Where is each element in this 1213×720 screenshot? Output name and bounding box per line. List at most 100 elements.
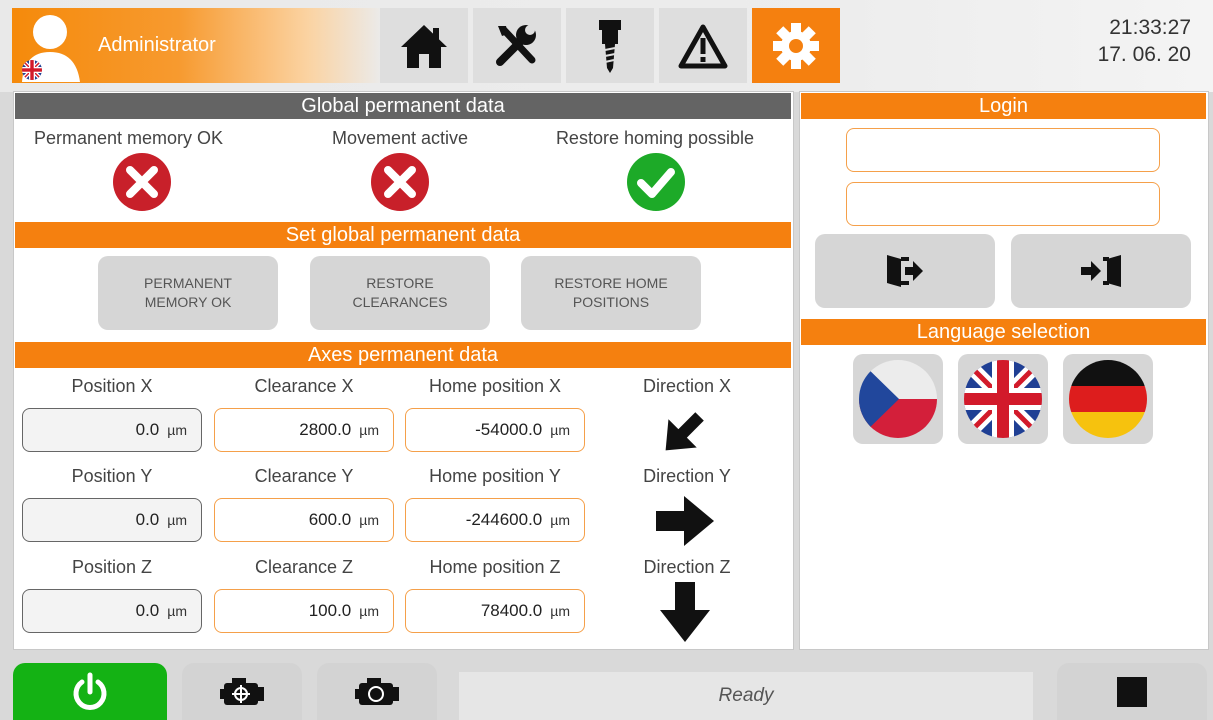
global-data-title: Global permanent data: [15, 93, 791, 119]
clock-date: 17. 06. 20: [1097, 43, 1191, 66]
direction-y-label: Direction Y: [643, 466, 731, 486]
motor-button[interactable]: [317, 663, 437, 720]
status-label-movement: Movement active: [331, 128, 469, 148]
arrow-down-left-icon[interactable]: [654, 404, 714, 460]
language-english-button[interactable]: [958, 354, 1048, 444]
restore-home-positions-button[interactable]: RESTORE HOME POSITIONS: [521, 256, 701, 330]
home-position-z-label: Home position Z: [429, 557, 561, 577]
nav-spindle-button[interactable]: [566, 8, 654, 83]
home-position-z-value: 78400.0: [480, 601, 543, 620]
clock-time: 21:33:27: [1109, 16, 1191, 39]
error-icon: [371, 153, 429, 211]
arrow-right-icon[interactable]: [654, 494, 716, 548]
language-selection-title: Language selection: [801, 319, 1206, 345]
position-z-label: Position Z: [71, 557, 153, 577]
position-y-field: 0.0 µm: [22, 498, 202, 542]
motor-target-button[interactable]: [182, 663, 302, 720]
motor-target-icon: [220, 677, 264, 705]
clearance-z-label: Clearance Z: [254, 557, 354, 577]
nav-alarms-button[interactable]: [659, 8, 747, 83]
home-position-z-input[interactable]: 78400.0 µm: [405, 589, 585, 633]
home-icon: [401, 24, 447, 68]
position-z-value: 0.0: [135, 601, 160, 620]
button-label-line: MEMORY OK: [144, 294, 232, 310]
clearance-z-input[interactable]: 100.0 µm: [214, 589, 394, 633]
logout-icon: [887, 255, 923, 287]
arrow-down-icon[interactable]: [658, 580, 712, 644]
login-button[interactable]: [1011, 234, 1191, 308]
status-bar: Ready: [459, 672, 1033, 720]
nav-tools-button[interactable]: [473, 8, 561, 83]
button-label-line: RESTORE HOME: [554, 275, 668, 291]
clearance-x-input[interactable]: 2800.0 µm: [214, 408, 394, 452]
unit-label: µm: [359, 603, 379, 619]
clearance-x-value: 2800.0: [299, 420, 352, 439]
stop-icon: [1117, 676, 1147, 707]
button-label-line: PERMANENT: [144, 275, 232, 291]
clearance-y-input[interactable]: 600.0 µm: [214, 498, 394, 542]
tools-icon: [496, 24, 536, 66]
unit-label: µm: [550, 422, 570, 438]
unit-label: µm: [167, 512, 187, 528]
direction-z-label: Direction Z: [643, 557, 731, 577]
button-label-line: CLEARANCES: [352, 294, 448, 310]
unit-label: µm: [167, 422, 187, 438]
direction-x-label: Direction X: [642, 376, 732, 396]
restore-clearances-button[interactable]: RESTORE CLEARANCES: [310, 256, 490, 330]
uk-flag-icon: [964, 360, 1042, 438]
nav-home-button[interactable]: [380, 8, 468, 83]
language-czech-button[interactable]: [853, 354, 943, 444]
gear-icon: [773, 22, 819, 69]
check-icon: [627, 153, 685, 211]
clearance-x-label: Clearance X: [254, 376, 354, 396]
czech-flag-icon: [859, 360, 937, 438]
position-x-field: 0.0 µm: [22, 408, 202, 452]
clearance-z-value: 100.0: [308, 601, 352, 620]
motor-icon: [355, 677, 399, 705]
clock: 21:33:27 17. 06. 20: [1098, 14, 1191, 68]
position-y-label: Position Y: [71, 466, 153, 486]
header-bar: Administrator 21:33:27 17. 06. 20: [0, 0, 1213, 92]
spindle-icon: [599, 19, 621, 73]
unit-label: µm: [550, 512, 570, 528]
logout-button[interactable]: [815, 234, 995, 308]
position-x-value: 0.0: [135, 420, 160, 439]
set-global-title: Set global permanent data: [15, 222, 791, 248]
home-position-y-value: -244600.0: [465, 510, 543, 529]
unit-label: µm: [359, 422, 379, 438]
status-label-homing: Restore homing possible: [555, 128, 755, 148]
warning-icon: [678, 24, 728, 68]
stop-button[interactable]: [1057, 663, 1207, 720]
position-x-label: Position X: [71, 376, 153, 396]
language-german-button[interactable]: [1063, 354, 1153, 444]
position-z-field: 0.0 µm: [22, 589, 202, 633]
german-flag-icon: [1069, 360, 1147, 438]
nav-settings-button[interactable]: [752, 8, 840, 83]
login-icon: [1081, 255, 1121, 287]
user-panel[interactable]: Administrator: [12, 8, 382, 83]
unit-label: µm: [359, 512, 379, 528]
button-label-line: RESTORE: [366, 275, 434, 291]
axes-data-title: Axes permanent data: [15, 342, 791, 368]
home-position-x-value: -54000.0: [475, 420, 543, 439]
position-y-value: 0.0: [135, 510, 160, 529]
username-input[interactable]: [846, 128, 1160, 172]
home-position-y-input[interactable]: -244600.0 µm: [405, 498, 585, 542]
user-name: Administrator: [98, 34, 216, 56]
power-button[interactable]: [13, 663, 167, 720]
clearance-y-label: Clearance Y: [254, 466, 354, 486]
error-icon: [113, 153, 171, 211]
clearance-y-value: 600.0: [308, 510, 352, 529]
home-position-y-label: Home position Y: [429, 466, 561, 486]
login-title: Login: [801, 93, 1206, 119]
button-label-line: POSITIONS: [572, 294, 650, 310]
home-position-x-label: Home position X: [428, 376, 562, 396]
uk-flag-icon: [22, 60, 42, 80]
power-icon: [73, 672, 107, 710]
password-input[interactable]: [846, 182, 1160, 226]
status-label-memory: Permanent memory OK: [34, 128, 224, 148]
unit-label: µm: [167, 603, 187, 619]
unit-label: µm: [550, 603, 570, 619]
home-position-x-input[interactable]: -54000.0 µm: [405, 408, 585, 452]
permanent-memory-ok-button[interactable]: PERMANENT MEMORY OK: [98, 256, 278, 330]
